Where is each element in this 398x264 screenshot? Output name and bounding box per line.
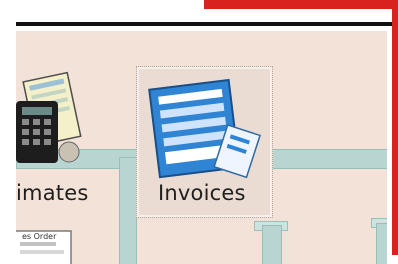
vertical-connector-right (376, 223, 387, 264)
invoices-label[interactable]: Invoices (158, 181, 246, 205)
workflow-canvas: imates Invoices es Order (16, 31, 387, 264)
workflow-window: imates Invoices es Order (0, 9, 392, 264)
invoices-icon[interactable] (139, 74, 267, 192)
sales-order-text: es Order (22, 232, 57, 241)
estimates-icon[interactable] (16, 66, 98, 176)
vertical-connector-left (119, 157, 137, 264)
top-divider (16, 22, 392, 26)
sales-order-icon[interactable]: es Order (16, 226, 78, 264)
estimates-label[interactable]: imates (16, 181, 88, 205)
vertical-connector-middle (262, 225, 282, 264)
